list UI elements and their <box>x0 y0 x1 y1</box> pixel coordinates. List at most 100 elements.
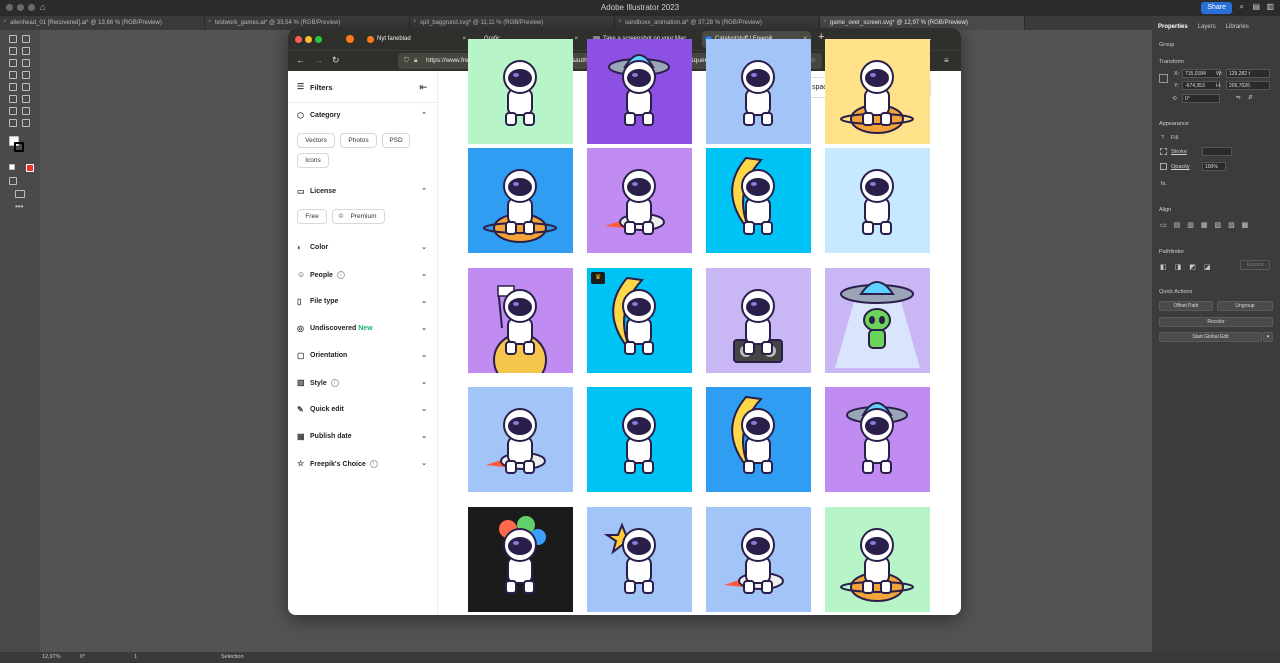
recolor-button[interactable]: Recolor <box>1159 317 1273 327</box>
close-icon[interactable]: × <box>574 31 578 48</box>
draw-mode-icon[interactable] <box>9 177 17 185</box>
firefox-icon[interactable] <box>346 35 354 43</box>
scale-tool-icon[interactable] <box>22 83 30 91</box>
rotate-field[interactable]: 0° <box>1182 94 1220 103</box>
tab-libraries[interactable]: Libraries <box>1226 24 1249 30</box>
width-field[interactable]: 129,282 t <box>1226 69 1270 78</box>
opacity-field[interactable]: 100% <box>1202 162 1226 171</box>
result-thumbnail-alien-ufo[interactable] <box>825 268 930 373</box>
result-thumbnail-astronaut-planet[interactable] <box>468 148 573 253</box>
result-thumbnail-astronaut-rocket[interactable] <box>468 387 573 492</box>
eyedropper-tool-icon[interactable] <box>22 95 30 103</box>
browser-zoom-button[interactable] <box>315 36 322 43</box>
artboard-tool-icon[interactable] <box>22 107 30 115</box>
rotate-tool-icon[interactable] <box>22 71 30 79</box>
zoom-tool-icon[interactable] <box>9 119 17 127</box>
browser-minimize-button[interactable] <box>305 36 312 43</box>
bookmark-star-icon[interactable]: ☆ <box>810 53 816 69</box>
close-icon[interactable]: × <box>3 19 7 25</box>
result-thumbnail-astronaut-moon[interactable] <box>706 148 811 253</box>
hand-tool-icon[interactable] <box>22 119 30 127</box>
new-tab-button[interactable]: + <box>818 31 824 43</box>
arrange-icon[interactable]: ▤ <box>1252 2 1260 11</box>
result-thumbnail-astronaut-moon[interactable]: ♛ <box>587 268 692 373</box>
x-field[interactable]: 715,0184 <box>1182 69 1220 78</box>
global-edit-options-icon[interactable]: ▾ <box>1263 332 1273 342</box>
zoom-level[interactable]: 12,97% <box>42 654 61 660</box>
result-thumbnail-astronaut-balloons[interactable] <box>468 507 573 612</box>
close-icon[interactable]: × <box>618 19 622 25</box>
align-heading: Align <box>1159 207 1172 213</box>
pen-tool-icon[interactable] <box>9 47 17 55</box>
fill-unknown-icon[interactable]: ? <box>1161 135 1164 141</box>
stroke-weight-field[interactable] <box>1202 147 1232 156</box>
close-icon[interactable]: × <box>208 19 212 25</box>
expand-button[interactable]: Expand <box>1240 260 1270 270</box>
height-field[interactable]: 209,7026 <box>1226 81 1270 90</box>
direct-selection-tool-icon[interactable] <box>22 35 30 43</box>
browser-tab[interactable]: Nyt faneblad × <box>364 31 470 48</box>
brush-tool-icon[interactable] <box>22 59 30 67</box>
align-icons[interactable]: ▭▤▥▦▧▨▩ <box>1160 221 1255 229</box>
stroke-swatch-icon[interactable] <box>1160 148 1167 155</box>
close-icon[interactable]: × <box>413 19 417 25</box>
result-thumbnail-astronaut-sleeping[interactable] <box>825 148 930 253</box>
result-thumbnail-ufo[interactable] <box>587 39 692 144</box>
start-global-edit-button[interactable]: Start Global Edit <box>1159 332 1262 342</box>
opacity-label[interactable]: Opacity <box>1171 164 1190 170</box>
rectangle-tool-icon[interactable] <box>9 59 17 67</box>
shield-icon[interactable]: ⛉ <box>404 53 409 69</box>
search-icon[interactable]: ⌕ <box>1240 2 1244 12</box>
offset-path-button[interactable]: Offset Path <box>1159 301 1213 311</box>
tab-properties[interactable]: Properties <box>1158 24 1188 30</box>
flip-vertical-icon[interactable]: ⇵ <box>1248 95 1253 101</box>
flip-horizontal-icon[interactable]: ⇋ <box>1236 95 1241 101</box>
selection-tool-icon[interactable] <box>9 35 17 43</box>
close-icon[interactable]: × <box>462 31 466 48</box>
none-swatch-icon[interactable] <box>26 164 34 172</box>
result-thumbnail-astronaut-planet[interactable] <box>825 507 930 612</box>
tab-layers[interactable]: Layers <box>1198 24 1216 30</box>
rotation-value[interactable]: 0° <box>80 654 85 660</box>
pathfinder-icons[interactable]: ◧◨◩◪ <box>1160 263 1218 271</box>
forward-icon[interactable]: → <box>314 56 323 65</box>
eraser-tool-icon[interactable] <box>9 83 17 91</box>
reference-point-icon[interactable] <box>1159 74 1168 83</box>
result-thumbnail-astronaut-moon[interactable] <box>706 387 811 492</box>
stroke-swatch-icon[interactable] <box>14 142 24 152</box>
doc-tab[interactable]: × alienhead_01 [Recovered].ai* @ 13,66 % … <box>0 16 205 30</box>
result-thumbnail-astronaut-flag[interactable] <box>468 268 573 373</box>
back-icon[interactable]: ← <box>296 56 305 65</box>
fx-icon[interactable]: fx. <box>1161 181 1167 187</box>
selection-type-label: Group <box>1159 42 1175 48</box>
astronaut-planet-illustration <box>483 169 557 243</box>
ungroup-button[interactable]: Ungroup <box>1217 301 1273 311</box>
result-thumbnail-astronaut-love[interactable] <box>587 387 692 492</box>
y-field[interactable]: -674,353 <box>1182 81 1220 90</box>
result-thumbnail-astronaut-rocket[interactable] <box>587 148 692 253</box>
result-thumbnail-astronaut-music[interactable] <box>706 268 811 373</box>
more-tools-icon[interactable]: ••• <box>15 202 23 211</box>
menu-icon[interactable]: ≡ <box>944 56 949 65</box>
browser-close-button[interactable] <box>295 36 302 43</box>
type-tool-icon[interactable] <box>9 71 17 79</box>
result-thumbnail-astronaut[interactable] <box>706 39 811 144</box>
screen-mode-icon[interactable] <box>15 190 25 198</box>
close-icon[interactable]: × <box>823 19 827 25</box>
astronaut-rocket-illustration <box>605 169 665 235</box>
shape-builder-tool-icon[interactable] <box>9 95 17 103</box>
workspace-icon[interactable]: ▥ <box>1266 2 1274 11</box>
share-button[interactable]: Share <box>1201 2 1232 14</box>
curvature-tool-icon[interactable] <box>22 47 30 55</box>
rotate-icon: ⟲ <box>1172 96 1177 102</box>
artboard-number[interactable]: 1 <box>134 654 137 660</box>
result-thumbnail-astronaut-star[interactable] <box>587 507 692 612</box>
color-mode-icon[interactable] <box>9 164 15 170</box>
result-thumbnail-astronaut-planet[interactable] <box>825 39 930 144</box>
result-thumbnail-astronaut-suitcase[interactable] <box>468 39 573 144</box>
warp-tool-icon[interactable] <box>9 107 17 115</box>
reload-icon[interactable]: ↻ <box>332 56 340 65</box>
result-thumbnail-astronaut-rocket[interactable] <box>706 507 811 612</box>
result-thumbnail-astronaut-ufo[interactable] <box>825 387 930 492</box>
stroke-label[interactable]: Stroke <box>1171 149 1187 155</box>
